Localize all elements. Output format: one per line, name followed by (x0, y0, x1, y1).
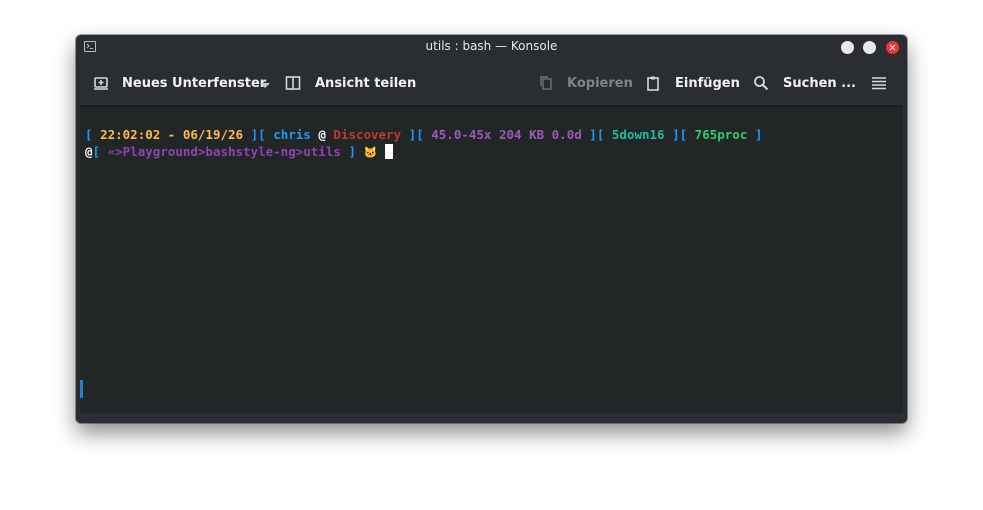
window-title: utils : bash — Konsole (425, 39, 558, 53)
title-bar[interactable]: utils : bash — Konsole (76, 35, 907, 59)
prompt-time: 22:02:02 (100, 127, 161, 142)
prompt-user: chris (273, 127, 311, 142)
prompt-net: 5down16 (611, 127, 665, 142)
window-bottom-edge (76, 413, 907, 423)
scroll-marker (80, 380, 83, 398)
split-view-label: Ansicht teilen (315, 75, 417, 91)
main-menu-button[interactable] (871, 73, 887, 93)
copy-button[interactable]: Kopieren (538, 73, 633, 93)
search-label: Suchen ... (783, 75, 856, 91)
terminal-area[interactable]: [ 22:02:02 - 06/19/26 ][ chris @ Discove… (80, 107, 903, 413)
prompt-separator: ][ (664, 127, 695, 142)
prompt-host: Discovery (333, 127, 402, 142)
prompt-at-sign: @ (85, 144, 93, 159)
prompt-at: @ (310, 127, 334, 142)
split-view-button[interactable]: Ansicht teilen (285, 73, 416, 93)
split-view-icon (285, 75, 301, 91)
paste-button[interactable]: Einfügen (645, 73, 740, 93)
toolbar: Neues Unterfenster Ansicht teilen Kopier… (76, 59, 907, 105)
prompt-bracket: [ (92, 144, 108, 159)
prompt-dash: - (160, 127, 183, 142)
new-tab-dropdown[interactable] (260, 73, 270, 93)
clipboard-icon (645, 75, 661, 91)
prompt-path: «>Playground>bashstyle-ng>utils (107, 144, 341, 159)
prompt-bracket: ] (340, 144, 364, 159)
prompt-load: 45.0-45x 204 KB 0.0d (431, 127, 582, 142)
new-tab-button[interactable]: Neues Unterfenster (93, 73, 266, 93)
paste-label: Einfügen (675, 75, 740, 91)
chevron-down-icon (260, 74, 270, 93)
copy-icon (538, 75, 554, 91)
konsole-window: utils : bash — Konsole Neues Unterfenste… (76, 35, 907, 423)
prompt-procs: 765proc (694, 127, 748, 142)
cat-emoji-icon: 🐱 (363, 146, 378, 159)
minimize-button[interactable] (841, 41, 854, 54)
copy-label: Kopieren (567, 75, 633, 91)
prompt-separator: ][ (401, 127, 432, 142)
maximize-button[interactable] (863, 41, 876, 54)
prompt-separator: ][ (243, 127, 274, 142)
new-tab-label: Neues Unterfenster (122, 75, 267, 91)
hamburger-menu-icon (871, 75, 887, 91)
search-icon (753, 75, 769, 91)
search-button[interactable]: Suchen ... (753, 73, 856, 93)
prompt-bracket: ] (747, 127, 763, 142)
new-tab-icon (93, 75, 109, 91)
close-button[interactable] (886, 41, 899, 54)
prompt-bracket: [ (85, 127, 101, 142)
prompt-date: 06/19/26 (182, 127, 244, 142)
prompt-line-1: [ 22:02:02 - 06/19/26 ][ chris @ Discove… (85, 127, 762, 142)
prompt-separator: ][ (581, 127, 612, 142)
text-cursor (384, 144, 393, 159)
prompt-line-2: @[ «>Playground>bashstyle-ng>utils ] 🐱 (85, 144, 393, 159)
